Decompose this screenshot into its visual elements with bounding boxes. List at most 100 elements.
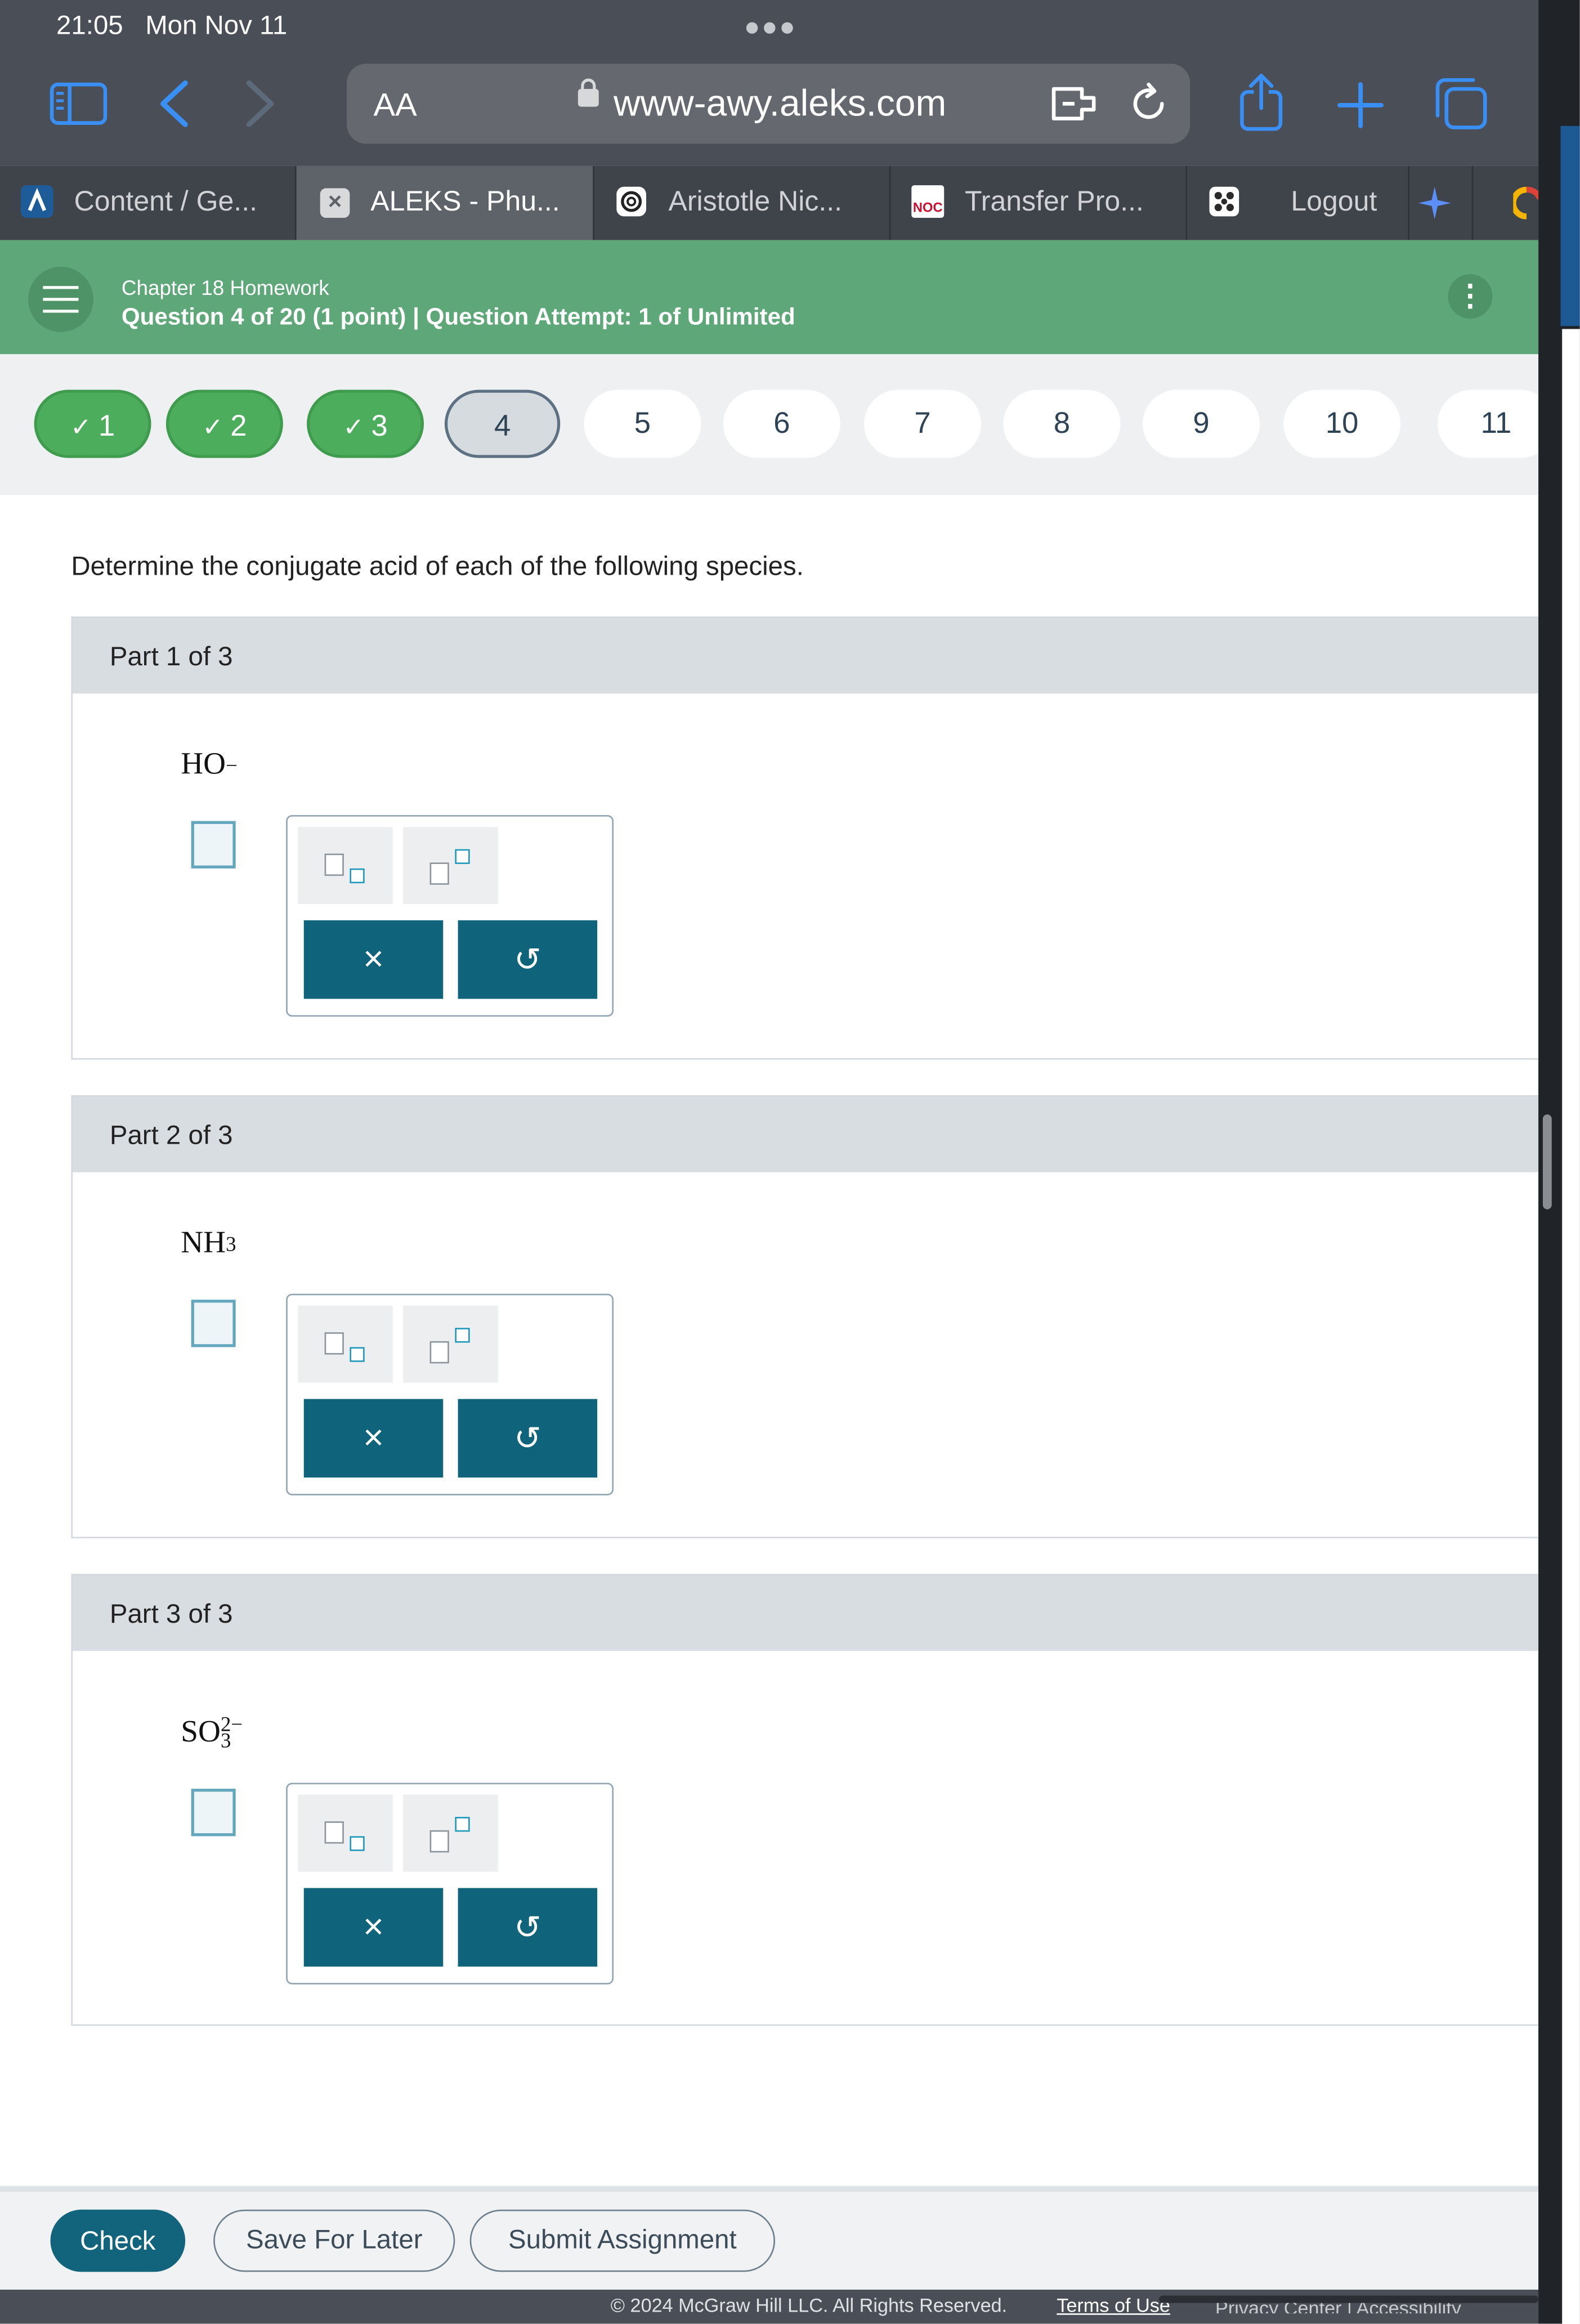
address-bar[interactable]: AA www-awy.aleks.com: [347, 64, 1190, 144]
close-icon[interactable]: ×: [320, 188, 350, 218]
subscript-button[interactable]: [298, 1794, 393, 1872]
clear-icon: ×: [363, 1907, 384, 1947]
tab-logout[interactable]: Logout: [1187, 165, 1409, 240]
checkmark-icon: ✓: [70, 413, 99, 442]
part-header: Part 2 of 3: [73, 1096, 1552, 1172]
footer-divider: [0, 2186, 1539, 2192]
undo-button[interactable]: ↺: [458, 1888, 598, 1967]
url-text[interactable]: www-awy.aleks.com: [614, 83, 946, 126]
part-title: Part 1 of 3: [109, 642, 233, 671]
more-dots-icon[interactable]: ●●●: [744, 12, 797, 43]
new-tab-icon[interactable]: [1337, 82, 1384, 129]
question-number: 10: [1325, 408, 1359, 441]
question-number: 2: [230, 410, 247, 444]
formula-palette: × ↺: [286, 1783, 614, 1985]
subscript-button[interactable]: [298, 1305, 393, 1383]
part-header: Part 1 of 3: [73, 617, 1552, 694]
sparkle-icon[interactable]: [1417, 185, 1452, 221]
undo-icon: ↺: [514, 1909, 541, 1946]
question-number: 8: [1053, 408, 1071, 441]
question-number: 3: [371, 410, 388, 444]
superscript-button[interactable]: [403, 1794, 498, 1872]
stage: 21:05 Mon Nov 11 ●●● AA www-awy.aleks.co…: [0, 0, 1580, 2324]
save-for-later-button[interactable]: Save For Later: [213, 2209, 455, 2272]
question-button-4[interactable]: 4: [444, 389, 561, 458]
reload-icon[interactable]: [1126, 82, 1171, 126]
formula-base: HO: [181, 745, 226, 781]
extension-icon[interactable]: [1049, 84, 1100, 123]
submit-assignment-button[interactable]: Submit Assignment: [469, 2209, 776, 2272]
answer-input[interactable]: [191, 1300, 236, 1347]
question-button-1[interactable]: ✓ 1: [34, 389, 151, 458]
question-button-7[interactable]: 7: [864, 389, 982, 458]
noc-icon: NOC: [911, 185, 945, 218]
browser-chrome: 21:05 Mon Nov 11 ●●● AA www-awy.aleks.co…: [0, 0, 1539, 166]
formula-palette: × ↺: [286, 815, 614, 1017]
question-button-2[interactable]: ✓ 2: [165, 389, 283, 458]
share-icon[interactable]: [1236, 71, 1287, 133]
undo-button[interactable]: ↺: [458, 920, 598, 999]
tab-aristotle[interactable]: Aristotle Nic...: [594, 165, 891, 240]
undo-icon: ↺: [514, 1420, 541, 1457]
tab-transfer[interactable]: NOC Transfer Pro...: [890, 165, 1188, 240]
formula-base: NH: [181, 1224, 226, 1260]
tab-bar: Content / Ge... × ALEKS - Phu... Aristot…: [0, 165, 1540, 240]
clear-icon: ×: [363, 939, 384, 980]
question-prompt: Determine the conjugate acid of each of …: [71, 551, 804, 581]
partial-tab[interactable]: [1471, 165, 1540, 240]
part-title: Part 2 of 3: [109, 1120, 233, 1150]
superscript-button[interactable]: [403, 827, 498, 904]
superscript-button[interactable]: [403, 1305, 498, 1383]
back-icon[interactable]: [155, 79, 191, 129]
question-number: 4: [494, 410, 511, 444]
answer-input[interactable]: [191, 1789, 236, 1837]
question-button-3[interactable]: ✓ 3: [307, 389, 424, 458]
answer-input[interactable]: [191, 821, 236, 868]
part-card-3: Part 3 of 3 SO 2− 3 × ↺: [71, 1574, 1554, 2026]
menu-icon: [43, 286, 79, 289]
tab-label: Content / Ge...: [74, 186, 258, 218]
check-button[interactable]: Check: [50, 2209, 186, 2272]
tab-aleks[interactable]: × ALEKS - Phu...: [296, 165, 594, 240]
reader-aa-button[interactable]: AA: [374, 86, 417, 124]
scrollbar[interactable]: [1542, 1114, 1552, 1210]
question-navigator: ✓ 1 ✓ 2 ✓ 3 4 5 6 7 8 9 10 11: [0, 354, 1555, 495]
adjacent-app-sliver: [1560, 126, 1580, 326]
menu-button[interactable]: [28, 266, 93, 332]
clear-button[interactable]: ×: [303, 1399, 444, 1478]
subscript-icon: [324, 1821, 344, 1844]
part-card-2: Part 2 of 3 NH 3 × ↺: [71, 1095, 1554, 1539]
more-options-icon[interactable]: ⋮: [1448, 274, 1493, 319]
adjacent-app-page: [1562, 329, 1580, 2324]
clear-button[interactable]: ×: [303, 1888, 444, 1967]
formula-palette: × ↺: [286, 1293, 614, 1495]
tab-content[interactable]: Content / Ge...: [0, 165, 297, 240]
undo-button[interactable]: ↺: [458, 1399, 598, 1478]
undo-icon: ↺: [514, 941, 541, 978]
formula-charge: −: [226, 755, 238, 778]
part-title: Part 3 of 3: [109, 1599, 233, 1629]
question-button-10[interactable]: 10: [1283, 389, 1401, 458]
subscript-button[interactable]: [298, 827, 393, 904]
chemical-formula: SO 2− 3: [181, 1713, 243, 1753]
clear-icon: ×: [363, 1418, 384, 1458]
question-button-9[interactable]: 9: [1143, 389, 1260, 458]
question-button-8[interactable]: 8: [1003, 389, 1121, 458]
question-button-5[interactable]: 5: [584, 389, 701, 458]
question-status: Question 4 of 20 (1 point) | Question At…: [121, 305, 795, 331]
sidebar-icon[interactable]: [49, 82, 108, 126]
question-button-11[interactable]: 11: [1438, 389, 1555, 458]
chemical-formula: NH 3: [181, 1224, 236, 1261]
clear-button[interactable]: ×: [303, 920, 444, 999]
chemical-formula: HO −: [181, 745, 238, 782]
terms-link[interactable]: Terms of Use: [1057, 2294, 1170, 2316]
question-button-6[interactable]: 6: [723, 389, 840, 458]
forward-icon[interactable]: [243, 79, 279, 129]
tab-overview-icon[interactable]: [1433, 75, 1489, 132]
tab-label: Logout: [1291, 186, 1377, 218]
subscript-icon: [324, 853, 344, 876]
question-number: 11: [1480, 408, 1512, 441]
tab-label: ALEKS - Phu...: [370, 186, 560, 218]
tab-label: Transfer Pro...: [965, 186, 1144, 218]
question-number: 5: [634, 408, 651, 441]
